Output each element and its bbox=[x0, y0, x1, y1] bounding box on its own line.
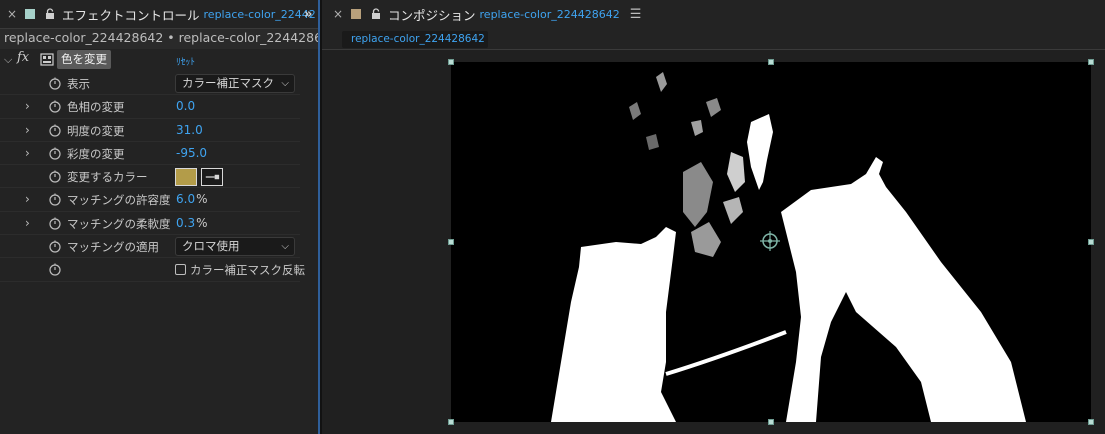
effect-controls-tab-title[interactable]: エフェクトコントロール bbox=[62, 5, 200, 24]
layer-path: replace-color_224428642 • replace-color_… bbox=[4, 30, 318, 45]
dropdown-value: カラー補正マスク bbox=[182, 76, 274, 90]
matte-preview-image bbox=[451, 62, 1091, 422]
reset-link[interactable]: ﾘｾｯﾄ bbox=[176, 54, 195, 68]
eyedropper-icon[interactable] bbox=[201, 168, 223, 187]
property-row-invert: カラー補正マスク反転 bbox=[0, 258, 305, 282]
effect-row-change-color: ⌵ fx 色を変更 ﾘｾｯﾄ bbox=[0, 49, 300, 72]
composition-tab-title[interactable]: コンポジション bbox=[388, 5, 476, 24]
stopwatch-icon[interactable] bbox=[48, 99, 62, 113]
composition-navigator: replace-color_224428642 bbox=[322, 28, 1105, 50]
stopwatch-icon[interactable] bbox=[48, 216, 62, 230]
chevron-down-icon[interactable]: ⌵ bbox=[4, 53, 12, 67]
property-row-tolerance: › マッチングの許容度 6.0% bbox=[0, 188, 300, 212]
comp-chip[interactable]: replace-color_224428642 bbox=[342, 31, 488, 48]
effect-name[interactable]: 色を変更 bbox=[57, 50, 111, 69]
effect-controls-tab-subtitle[interactable]: replace-color_22442 bbox=[204, 8, 316, 21]
view-dropdown[interactable]: カラー補正マスク ⌵ bbox=[175, 74, 295, 93]
softness-value[interactable]: 0.3% bbox=[176, 216, 208, 230]
color-to-change-swatch[interactable] bbox=[175, 168, 197, 187]
composition-tab-subtitle[interactable]: replace-color_224428642 bbox=[480, 8, 620, 21]
saturation-value[interactable]: -95.0 bbox=[176, 146, 207, 160]
dropdown-value: クロマ使用 bbox=[182, 239, 240, 254]
transform-handle-middle-right[interactable] bbox=[1088, 239, 1094, 245]
stopwatch-icon[interactable] bbox=[48, 123, 62, 137]
chevron-down-icon: ⌵ bbox=[281, 241, 289, 253]
transform-handle-bottom-right[interactable] bbox=[1088, 419, 1094, 425]
property-label: マッチングの柔軟度 bbox=[67, 216, 171, 231]
property-row-softness: › マッチングの柔軟度 0.3% bbox=[0, 212, 300, 236]
property-row-saturation: › 彩度の変更 -95.0 bbox=[0, 142, 300, 166]
property-row-match-colors: マッチングの適用 クロマ使用 ⌵ bbox=[0, 235, 300, 259]
hamburger-menu-icon[interactable]: ☰ bbox=[630, 7, 642, 22]
stopwatch-icon[interactable] bbox=[48, 146, 62, 160]
close-icon[interactable]: × bbox=[5, 7, 19, 21]
transform-handle-bottom-left[interactable] bbox=[448, 419, 454, 425]
property-label: 明度の変更 bbox=[67, 123, 125, 138]
composition-panel: × コンポジション replace-color_224428642 ☰ repl… bbox=[322, 0, 1105, 434]
invert-checkbox[interactable] bbox=[175, 264, 186, 276]
property-label: 色相の変更 bbox=[67, 100, 125, 115]
hue-value[interactable]: 0.0 bbox=[176, 99, 195, 113]
effect-controls-panel: × エフェクトコントロール replace-color_22442 » repl… bbox=[0, 0, 318, 434]
chevron-right-icon[interactable]: › bbox=[25, 192, 30, 206]
property-label: 彩度の変更 bbox=[67, 146, 125, 161]
chevron-right-icon[interactable]: › bbox=[25, 99, 30, 113]
property-label: マッチングの適用 bbox=[67, 240, 159, 255]
lock-icon[interactable] bbox=[370, 8, 382, 20]
stopwatch-icon[interactable] bbox=[48, 262, 62, 276]
tolerance-number: 6.0 bbox=[176, 192, 196, 207]
composition-canvas[interactable] bbox=[451, 62, 1091, 422]
transform-handle-middle-left[interactable] bbox=[448, 239, 454, 245]
percent-unit: % bbox=[196, 215, 208, 230]
chevron-right-icon[interactable]: › bbox=[25, 146, 30, 160]
panel-color-swatch bbox=[351, 9, 361, 19]
stopwatch-icon[interactable] bbox=[48, 76, 62, 90]
stopwatch-icon[interactable] bbox=[48, 239, 62, 253]
property-row-hue: › 色相の変更 0.0 bbox=[0, 95, 300, 119]
property-label: マッチングの許容度 bbox=[67, 193, 171, 208]
property-label: 表示 bbox=[67, 77, 90, 91]
lightness-value[interactable]: 31.0 bbox=[176, 123, 203, 137]
stopwatch-icon[interactable] bbox=[48, 192, 62, 207]
property-row-lightness: › 明度の変更 31.0 bbox=[0, 119, 300, 142]
effect-properties: ⌵ fx 色を変更 ﾘｾｯﾄ 表示 カラー補正マスク ⌵ › 色相の変更 0.0… bbox=[0, 49, 305, 282]
tolerance-value[interactable]: 6.0% bbox=[176, 192, 208, 206]
lock-icon[interactable] bbox=[44, 8, 56, 20]
composition-viewer[interactable] bbox=[322, 50, 1105, 434]
effect-controls-header: replace-color_224428642 • replace-color_… bbox=[0, 29, 318, 49]
invert-label[interactable]: カラー補正マスク反転 bbox=[190, 262, 305, 278]
panel-color-swatch bbox=[25, 9, 35, 19]
match-colors-dropdown[interactable]: クロマ使用 ⌵ bbox=[175, 237, 295, 257]
transform-handle-bottom-center[interactable] bbox=[768, 419, 774, 425]
stopwatch-icon[interactable] bbox=[48, 169, 62, 183]
property-label: 変更するカラー bbox=[67, 170, 148, 185]
panel-overflow-icon[interactable]: » bbox=[304, 7, 312, 22]
property-row-view: 表示 カラー補正マスク ⌵ bbox=[0, 72, 300, 96]
fx-toggle-icon[interactable]: fx bbox=[17, 50, 29, 65]
close-icon[interactable]: × bbox=[331, 7, 345, 21]
transform-handle-top-left[interactable] bbox=[448, 59, 454, 65]
chevron-right-icon[interactable]: › bbox=[25, 123, 30, 137]
chevron-right-icon[interactable]: › bbox=[25, 216, 30, 230]
chevron-down-icon: ⌵ bbox=[281, 78, 289, 89]
effect-controls-tabbar: × エフェクトコントロール replace-color_22442 bbox=[0, 0, 316, 28]
property-row-color-to-change: 変更するカラー bbox=[0, 165, 300, 189]
percent-unit: % bbox=[196, 192, 208, 207]
transform-handle-top-center[interactable] bbox=[768, 59, 774, 65]
animation-preset-icon[interactable] bbox=[40, 52, 54, 66]
softness-number: 0.3 bbox=[176, 215, 196, 230]
transform-handle-top-right[interactable] bbox=[1088, 59, 1094, 65]
composition-tabbar: × コンポジション replace-color_224428642 ☰ bbox=[322, 0, 641, 28]
